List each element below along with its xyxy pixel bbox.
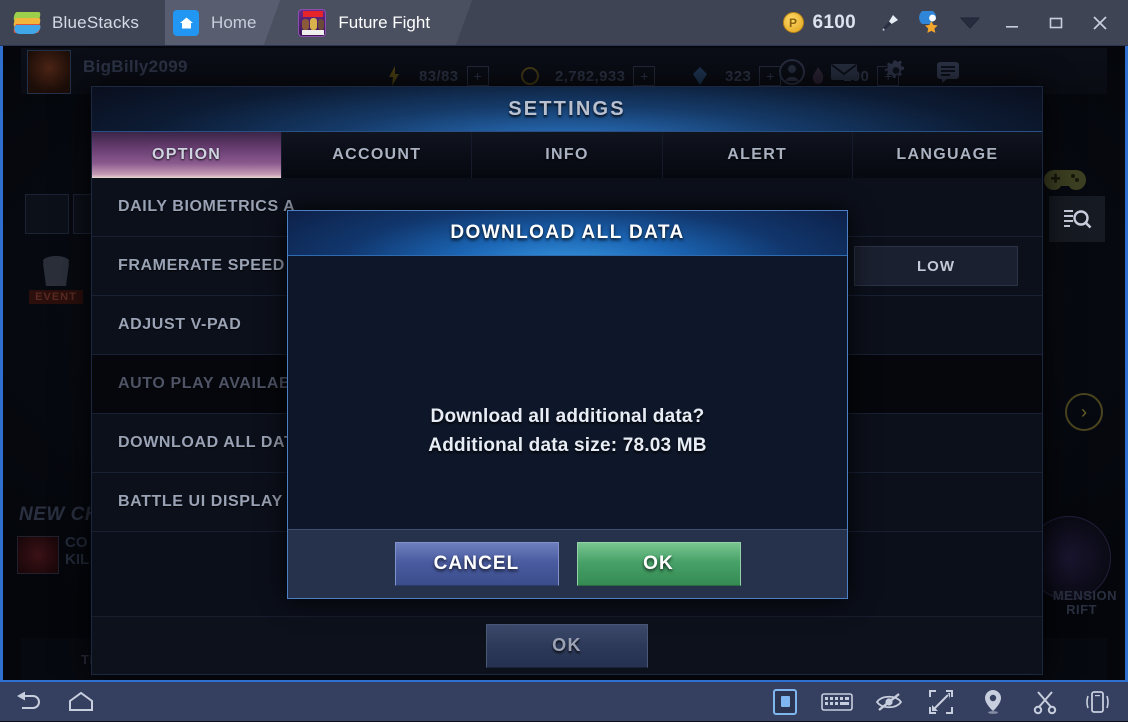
settings-row-label: FRAMERATE SPEED O	[118, 257, 304, 274]
settings-header: SETTINGS	[92, 87, 1042, 132]
bluestacks-titlebar: BlueStacks Home Future Fight P 6100	[0, 0, 1128, 46]
next-arrow-icon[interactable]: ›	[1065, 393, 1103, 431]
bluestacks-bottombar	[0, 680, 1128, 721]
character-thumb[interactable]	[17, 536, 59, 574]
minimize-icon[interactable]	[990, 0, 1034, 46]
points-balance[interactable]: P 6100	[775, 12, 870, 34]
favorites-star-icon[interactable]	[910, 0, 950, 46]
energy-value: 83/83	[419, 67, 459, 85]
settings-title: SETTINGS	[508, 97, 626, 120]
bottombar-right-group	[764, 681, 1128, 722]
chevron-down-icon[interactable]	[950, 0, 990, 46]
close-icon[interactable]	[1078, 0, 1122, 46]
energy-plus-button[interactable]: +	[466, 66, 489, 86]
tab-future-fight-label: Future Fight	[338, 12, 431, 32]
tab-info-label: INFO	[545, 146, 589, 163]
settings-ok-button[interactable]: OK	[486, 623, 648, 668]
tab-option-label: OPTION	[152, 146, 222, 163]
game-viewport: BigBilly2099 83/83 + 2,782,933 + 323 + 1…	[0, 46, 1128, 680]
settings-footer: OK	[92, 616, 1042, 674]
dialog-cancel-button[interactable]: CANCEL	[394, 542, 559, 586]
gear-icon[interactable]	[879, 56, 913, 88]
tab-option[interactable]: OPTION	[92, 132, 283, 178]
combo-line-1: CO	[65, 534, 88, 551]
marvel-future-fight-icon	[298, 8, 327, 37]
back-arrow-icon[interactable]	[8, 681, 50, 722]
dialog-message-line-1: Download all additional data?	[430, 406, 705, 427]
fullscreen-icon[interactable]	[920, 681, 962, 722]
settings-tabs: OPTION ACCOUNT INFO ALERT LANGUAGE	[92, 132, 1043, 178]
points-value: 6100	[812, 11, 856, 33]
brush-icon[interactable]	[870, 0, 910, 46]
tab-alert-label: ALERT	[727, 146, 788, 163]
tab-language-label: LANGUAGE	[896, 146, 999, 163]
dialog-body: Download all additional data? Additional…	[288, 256, 847, 529]
bluestacks-logo-icon	[13, 11, 41, 34]
bluestacks-brand[interactable]: BlueStacks	[0, 0, 166, 45]
dialog-ok-button[interactable]: OK	[576, 542, 741, 586]
dialog-title: DOWNLOAD ALL DATA	[450, 222, 685, 243]
download-all-data-dialog: DOWNLOAD ALL DATA Download all additiona…	[287, 210, 848, 599]
combo-label: CO KIL	[65, 534, 89, 569]
gamepad-icon[interactable]	[1043, 164, 1087, 199]
settings-row-label: BATTLE UI DISPLAY	[118, 493, 283, 510]
dialog-message-line-2: Additional data size: 78.03 MB	[428, 435, 707, 457]
tab-home-label: Home	[211, 12, 257, 32]
player-avatar[interactable]	[27, 50, 71, 94]
location-pin-icon[interactable]	[972, 681, 1014, 722]
bottombar-left-group	[0, 681, 102, 722]
home-app-icon	[173, 9, 200, 36]
bluestacks-brand-label: BlueStacks	[52, 12, 140, 32]
keyboard-icon[interactable]	[816, 681, 858, 722]
scissors-icon[interactable]	[1024, 681, 1066, 722]
player-name: BigBilly2099	[83, 57, 188, 76]
search-list-icon[interactable]	[1049, 196, 1105, 242]
settings-row-label: ADJUST V-PAD	[118, 316, 242, 333]
titlebar-spacer	[464, 0, 774, 45]
gold-plus-button[interactable]: +	[633, 66, 656, 86]
tab-language[interactable]: LANGUAGE	[852, 132, 1043, 178]
sim-toggle-icon[interactable]	[764, 681, 806, 722]
profile-icon[interactable]	[775, 56, 809, 88]
tab-account-label: ACCOUNT	[332, 146, 422, 163]
points-coin-icon: P	[782, 12, 804, 33]
event-button[interactable]: EVENT	[27, 242, 85, 304]
hud-tile-roster[interactable]	[25, 194, 69, 234]
titlebar-controls: P 6100	[775, 0, 1128, 45]
combo-line-2: KIL	[65, 551, 90, 569]
tab-future-fight[interactable]: Future Fight	[264, 0, 473, 45]
framerate-value-button[interactable]: LOW	[854, 246, 1018, 286]
shake-device-icon[interactable]	[1076, 681, 1118, 722]
settings-row-label: DAILY BIOMETRICS A	[118, 198, 296, 215]
dialog-header: DOWNLOAD ALL DATA	[288, 211, 847, 256]
dimension-rift-line-1: MENSION	[1052, 588, 1117, 603]
new-character-label: NEW CH	[19, 504, 100, 525]
event-label: EVENT	[29, 290, 83, 304]
eye-off-icon[interactable]	[868, 681, 910, 722]
notice-icon[interactable]	[931, 56, 965, 88]
dialog-footer: CANCEL OK	[288, 529, 847, 598]
tab-account[interactable]: ACCOUNT	[282, 132, 473, 178]
tab-info[interactable]: INFO	[472, 132, 663, 178]
crystal-value: 323	[725, 67, 752, 85]
dimension-rift-line-2: RIFT	[1066, 602, 1097, 617]
tab-alert[interactable]: ALERT	[662, 132, 853, 178]
settings-row-label: AUTO PLAY AVAILAB	[118, 375, 292, 392]
maximize-icon[interactable]	[1034, 0, 1078, 46]
home-outline-icon[interactable]	[60, 681, 102, 722]
game-top-icon-group	[775, 56, 965, 88]
mail-icon[interactable]	[827, 56, 861, 88]
settings-row-label: DOWNLOAD ALL DAT	[118, 434, 295, 451]
gold-value: 2,782,933	[555, 67, 626, 85]
